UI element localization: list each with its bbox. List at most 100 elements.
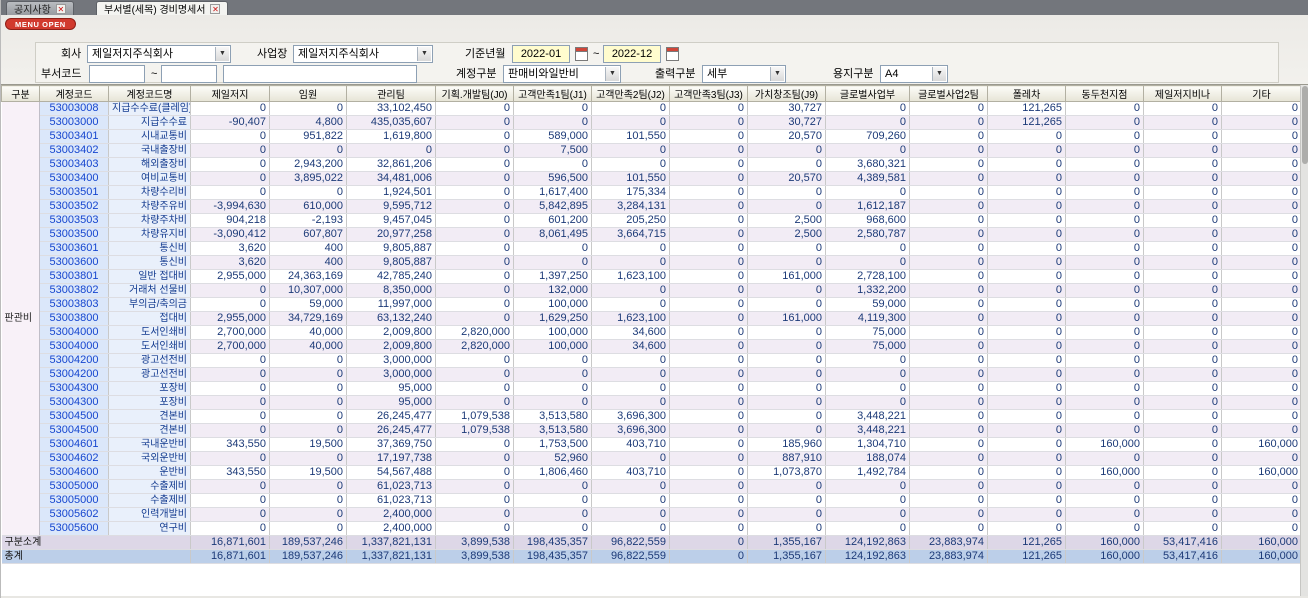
value-cell[interactable]: 0 [1143,381,1222,396]
vertical-scrollbar[interactable] [1300,85,1308,596]
value-cell[interactable]: 1,619,800 [346,129,436,144]
value-cell[interactable]: 0 [435,129,514,144]
value-cell[interactable]: 75,000 [825,339,910,354]
value-cell[interactable]: 0 [269,353,347,368]
value-cell[interactable]: 343,550 [190,465,270,480]
value-cell[interactable]: 11,997,000 [346,297,436,312]
value-cell[interactable]: 3,696,300 [591,423,670,438]
value-cell[interactable]: 0 [435,185,514,200]
value-cell[interactable]: 0 [987,507,1066,522]
value-cell[interactable]: 0 [669,129,748,144]
value-cell[interactable]: 0 [269,143,347,158]
value-cell[interactable]: 0 [269,409,347,424]
value-cell[interactable]: 0 [190,129,270,144]
value-cell[interactable]: 2,955,000 [190,311,270,326]
value-cell[interactable]: 0 [1221,381,1301,396]
table-row[interactable]: 53003401 시내교통비 0 951,822 1,619,800 0 589,000 10… [2,129,1301,144]
account-code-cell[interactable]: 53004200 [39,367,109,382]
value-cell[interactable]: 0 [669,493,748,508]
value-cell[interactable]: 0 [909,241,988,256]
table-row[interactable]: 53004500 견본비 0 0 26,245,477 1,079,538 3,513,58… [2,423,1301,438]
value-cell[interactable]: 19,500 [269,465,347,480]
value-cell[interactable]: 0 [1065,143,1144,158]
value-cell[interactable]: 0 [909,465,988,480]
value-cell[interactable]: 0 [269,507,347,522]
value-cell[interactable]: 0 [190,479,270,494]
value-cell[interactable]: 596,500 [513,171,592,186]
value-cell[interactable]: 0 [987,423,1066,438]
value-cell[interactable]: 0 [669,437,748,452]
account-code-cell[interactable]: 53005000 [39,479,109,494]
account-name-cell[interactable]: 차량유지비 [108,227,191,242]
value-cell[interactable]: 0 [747,325,826,340]
value-cell[interactable]: 0 [987,311,1066,326]
table-row[interactable]: 53003803 부의금/축의금 0 59,000 11,997,000 0 100,000… [2,297,1301,312]
account-name-cell[interactable]: 차량주유비 [108,199,191,214]
value-cell[interactable]: 101,550 [591,129,670,144]
value-cell[interactable]: 0 [747,409,826,424]
account-code-cell[interactable]: 53003500 [39,227,109,242]
value-cell[interactable]: 0 [987,199,1066,214]
column-header[interactable]: 동두천지점 [1065,85,1144,102]
value-cell[interactable]: 0 [435,101,514,116]
value-cell[interactable]: 0 [435,269,514,284]
value-cell[interactable]: 0 [987,339,1066,354]
value-cell[interactable]: 0 [825,395,910,410]
scrollbar-thumb[interactable] [1302,86,1308,164]
value-cell[interactable]: 185,960 [747,437,826,452]
value-cell[interactable]: 0 [987,521,1066,536]
value-cell[interactable]: 0 [747,143,826,158]
value-cell[interactable]: 3,284,131 [591,199,670,214]
value-cell[interactable]: 1,617,400 [513,185,592,200]
value-cell[interactable]: 33,102,450 [346,101,436,116]
account-name-cell[interactable]: 일반 접대비 [108,269,191,284]
value-cell[interactable]: 0 [1065,171,1144,186]
value-cell[interactable]: 0 [825,143,910,158]
value-cell[interactable]: 2,400,000 [346,507,436,522]
value-cell[interactable]: 0 [987,227,1066,242]
value-cell[interactable]: 0 [909,157,988,172]
value-cell[interactable]: 0 [987,451,1066,466]
value-cell[interactable]: 904,218 [190,213,270,228]
value-cell[interactable]: 343,550 [190,437,270,452]
value-cell[interactable]: 0 [513,381,592,396]
account-code-cell[interactable]: 53003401 [39,129,109,144]
column-header[interactable]: 계정코드명 [108,85,191,102]
value-cell[interactable]: 0 [591,493,670,508]
value-cell[interactable]: 0 [591,255,670,270]
value-cell[interactable]: 0 [1221,479,1301,494]
value-cell[interactable]: 0 [1065,353,1144,368]
value-cell[interactable]: 0 [513,241,592,256]
value-cell[interactable]: 9,805,887 [346,241,436,256]
value-cell[interactable]: 0 [1221,339,1301,354]
value-cell[interactable]: 0 [987,255,1066,270]
value-cell[interactable]: 2,943,200 [269,157,347,172]
table-row[interactable]: 53003500 차량유지비 -3,090,412 607,807 20,977,258… [2,227,1301,242]
dept-name-input[interactable] [223,65,417,83]
value-cell[interactable]: 0 [1065,521,1144,536]
value-cell[interactable]: 0 [591,283,670,298]
value-cell[interactable]: 0 [1221,297,1301,312]
value-cell[interactable]: 0 [747,479,826,494]
account-code-cell[interactable]: 53003601 [39,241,109,256]
value-cell[interactable]: 0 [1221,311,1301,326]
table-row[interactable]: 53004500 견본비 0 0 26,245,477 1,079,538 3,513,58… [2,409,1301,424]
value-cell[interactable]: 24,363,169 [269,269,347,284]
value-cell[interactable]: 0 [1143,521,1222,536]
value-cell[interactable]: 0 [909,199,988,214]
value-cell[interactable]: 0 [1143,143,1222,158]
column-header[interactable]: 글로벌사업2팀 [909,85,988,102]
value-cell[interactable]: 0 [909,409,988,424]
value-cell[interactable]: 0 [591,101,670,116]
value-cell[interactable]: 0 [269,395,347,410]
account-name-cell[interactable]: 부의금/축의금 [108,297,191,312]
value-cell[interactable]: 0 [435,479,514,494]
account-name-cell[interactable]: 해외출장비 [108,157,191,172]
paper-type-select[interactable]: A4 ▼ [880,65,948,83]
account-name-cell[interactable]: 포장비 [108,381,191,396]
value-cell[interactable]: 0 [1143,437,1222,452]
value-cell[interactable]: 0 [669,353,748,368]
table-row[interactable]: 53005600 연구비 0 0 2,400,000 0 0 0 0 0 0 0 0 0 0 0 [2,521,1301,536]
account-name-cell[interactable]: 포장비 [108,395,191,410]
value-cell[interactable]: 435,035,607 [346,115,436,130]
